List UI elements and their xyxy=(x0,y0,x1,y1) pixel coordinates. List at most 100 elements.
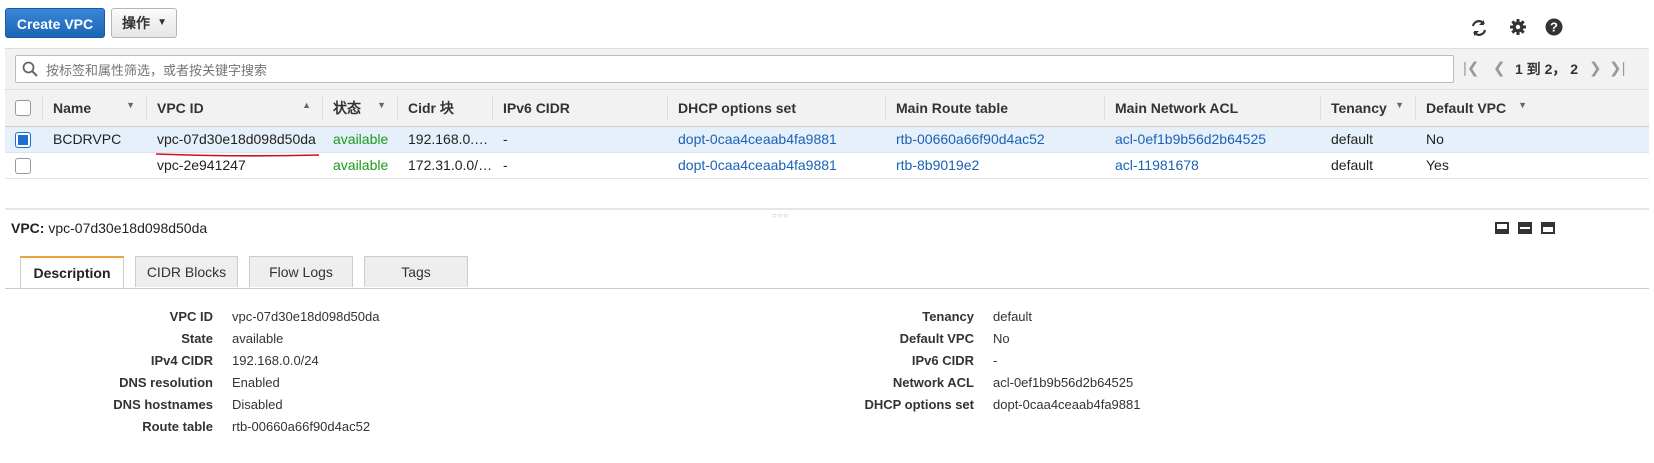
tab-description[interactable]: Description xyxy=(20,256,124,288)
col-header-tenancy[interactable]: Tenancy ▼ xyxy=(1321,90,1416,127)
toolbar: Create VPC 操作 ▼ ? xyxy=(0,0,1654,48)
sort-asc-icon: ▲ xyxy=(302,100,311,110)
cell-vpc-id: vpc-07d30e18d098d50da xyxy=(147,126,323,153)
tab-flow-logs[interactable]: Flow Logs xyxy=(249,256,353,287)
cell-network-acl-link[interactable]: acl-11981678 xyxy=(1105,152,1321,179)
cell-state: available xyxy=(323,126,398,153)
layout-top-icon[interactable] xyxy=(1541,222,1555,234)
cell-dhcp-link[interactable]: dopt-0caa4ceaab4fa9881 xyxy=(668,126,886,153)
col-label: Main Route table xyxy=(896,99,1009,116)
col-header-vpc-id[interactable]: VPC ID ▲ xyxy=(147,90,323,127)
cell-route-table-link[interactable]: rtb-00660a66f90d4ac52 xyxy=(886,126,1105,153)
actions-label: 操作 xyxy=(122,15,150,31)
col-label: DHCP options set xyxy=(678,99,796,116)
cell-name: BCDRVPC xyxy=(43,126,147,153)
chevron-down-icon: ▼ xyxy=(1395,100,1404,110)
route-table-link[interactable]: rtb-00660a66f90d4ac52 xyxy=(232,416,370,438)
cell-state: available xyxy=(323,152,398,179)
cell-network-acl-link[interactable]: acl-0ef1b9b56d2b64525 xyxy=(1105,126,1321,153)
col-label: IPv6 CIDR xyxy=(503,99,570,116)
col-header-cidr[interactable]: Cidr 块 xyxy=(398,90,493,127)
chevron-down-icon: ▼ xyxy=(157,17,167,28)
col-label: Default VPC xyxy=(1426,99,1507,116)
select-all-checkbox[interactable] xyxy=(15,100,31,117)
cell-default-vpc: Yes xyxy=(1416,152,1649,179)
detail-title: VPC: vpc-07d30e18d098d50da xyxy=(11,220,207,236)
value-state: available xyxy=(232,331,284,346)
detail-title-label: VPC: xyxy=(11,220,45,236)
col-label: Main Network ACL xyxy=(1115,99,1239,116)
chevron-down-icon: ▼ xyxy=(377,100,386,110)
col-header-ipv6-cidr[interactable]: IPv6 CIDR xyxy=(493,90,668,127)
cell-default-vpc: No xyxy=(1416,126,1649,153)
tab-tags[interactable]: Tags xyxy=(364,256,468,287)
search-input[interactable] xyxy=(44,58,1448,82)
value-ipv4-cidr: 192.168.0.0/24 xyxy=(232,353,319,368)
chevron-down-icon: ▼ xyxy=(126,100,135,110)
help-icon[interactable]: ? xyxy=(1543,18,1565,40)
value-dns-hostnames: Disabled xyxy=(232,397,283,412)
first-page-icon[interactable]: |❮ xyxy=(1463,59,1479,77)
col-header-state[interactable]: 状态 ▼ xyxy=(323,90,398,127)
network-acl-link[interactable]: acl-0ef1b9b56d2b64525 xyxy=(993,372,1133,394)
col-header-network-acl[interactable]: Main Network ACL xyxy=(1105,90,1321,127)
tab-cidr-blocks[interactable]: CIDR Blocks xyxy=(135,256,238,287)
refresh-icon[interactable] xyxy=(1468,18,1490,40)
layout-bottom-icon[interactable] xyxy=(1495,222,1509,234)
svg-text:?: ? xyxy=(1550,20,1558,35)
label-ipv6-cidr: IPv6 CIDR xyxy=(911,353,974,368)
cell-name xyxy=(43,152,147,179)
row-select-cell xyxy=(5,152,43,179)
label-dns-resolution: DNS resolution xyxy=(119,375,213,390)
table-row[interactable]: BCDRVPC vpc-07d30e18d098d50da available … xyxy=(5,126,1649,153)
pagination: |❮ ❮ 1 到 2， 2 ❯ ❯| xyxy=(1463,49,1643,89)
value-ipv6-cidr: - xyxy=(993,353,998,368)
col-label: Tenancy xyxy=(1331,99,1387,116)
vpc-table: Name ▼ VPC ID ▲ 状态 ▼ Cidr 块 IPv6 CIDR DHCP … xyxy=(5,90,1649,179)
splitter-grip-icon[interactable]: ○○○ xyxy=(772,211,790,220)
next-page-icon[interactable]: ❯ xyxy=(1589,59,1602,77)
dhcp-options-link[interactable]: dopt-0caa4ceaab4fa9881 xyxy=(993,394,1140,416)
label-route-table: Route table xyxy=(142,419,213,434)
label-tenancy: Tenancy xyxy=(922,309,974,324)
cell-dhcp-link[interactable]: dopt-0caa4ceaab4fa9881 xyxy=(668,152,886,179)
chevron-down-icon: ▼ xyxy=(1518,100,1527,110)
detail-title-value: vpc-07d30e18d098d50da xyxy=(48,220,208,236)
col-header-dhcp[interactable]: DHCP options set xyxy=(668,90,886,127)
cell-tenancy: default xyxy=(1321,152,1416,179)
cell-ipv6: - xyxy=(493,126,668,153)
search-box xyxy=(15,55,1454,83)
cell-route-table-link[interactable]: rtb-8b9019e2 xyxy=(886,152,1105,179)
col-label: Cidr 块 xyxy=(408,99,454,116)
label-default-vpc: Default VPC xyxy=(899,331,974,346)
cell-cidr: 192.168.0.0/24 xyxy=(398,126,493,153)
prev-page-icon[interactable]: ❮ xyxy=(1493,59,1506,77)
label-dns-hostnames: DNS hostnames xyxy=(113,397,213,412)
label-dhcp-options: DHCP options set xyxy=(864,397,974,412)
layout-middle-icon[interactable] xyxy=(1518,222,1532,234)
create-vpc-button[interactable]: Create VPC xyxy=(5,8,105,38)
detail-tabs: Description CIDR Blocks Flow Logs Tags xyxy=(5,256,1649,289)
table-header-row: Name ▼ VPC ID ▲ 状态 ▼ Cidr 块 IPv6 CIDR DHCP … xyxy=(5,90,1649,127)
value-default-vpc: No xyxy=(993,331,1010,346)
col-header-default-vpc[interactable]: Default VPC ▼ xyxy=(1416,90,1649,127)
header-select xyxy=(5,90,43,127)
col-label: Name xyxy=(53,99,92,116)
row-checkbox[interactable] xyxy=(15,131,31,148)
row-select-cell xyxy=(5,126,43,153)
actions-dropdown[interactable]: 操作 ▼ xyxy=(111,8,177,38)
value-vpc-id: vpc-07d30e18d098d50da xyxy=(232,309,380,324)
label-network-acl: Network ACL xyxy=(892,375,974,390)
row-checkbox[interactable] xyxy=(15,157,31,174)
search-icon xyxy=(22,61,38,77)
value-tenancy: default xyxy=(993,309,1033,324)
label-state: State xyxy=(181,331,213,346)
cell-tenancy: default xyxy=(1321,126,1416,153)
last-page-icon[interactable]: ❯| xyxy=(1609,59,1625,77)
gear-icon[interactable] xyxy=(1507,18,1529,40)
col-label: 状态 xyxy=(333,99,361,116)
label-ipv4-cidr: IPv4 CIDR xyxy=(150,353,213,368)
panel-splitter[interactable] xyxy=(5,208,1649,210)
col-header-name[interactable]: Name ▼ xyxy=(43,90,147,127)
col-header-route-table[interactable]: Main Route table xyxy=(886,90,1105,127)
